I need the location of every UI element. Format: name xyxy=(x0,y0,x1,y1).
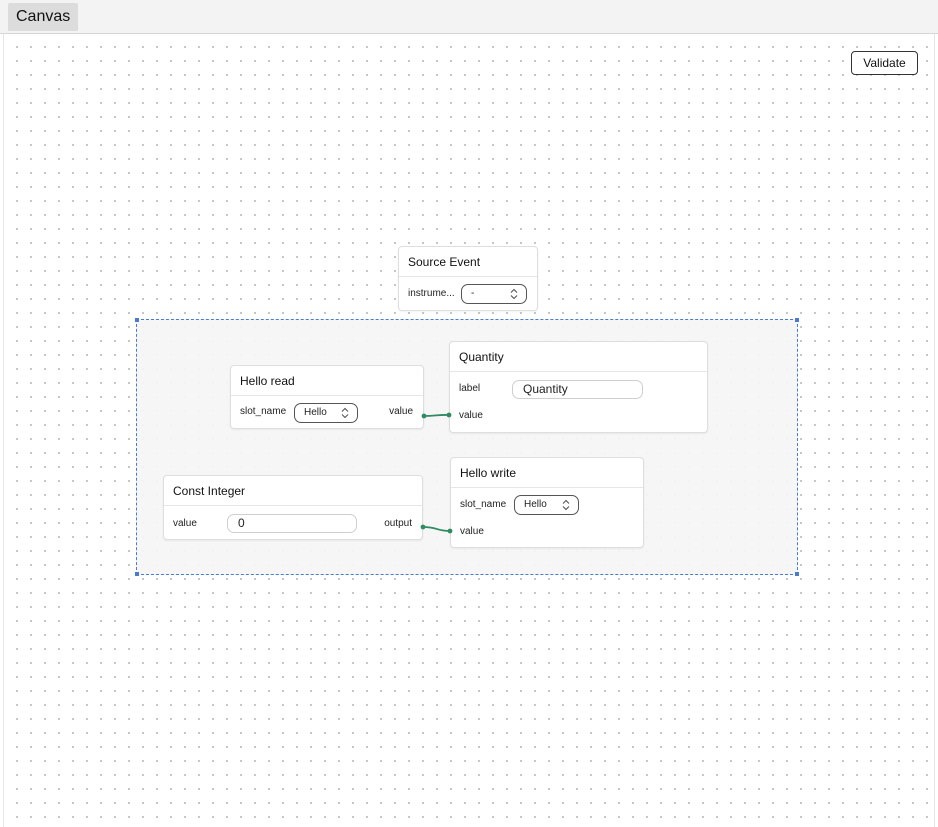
slot-name-select[interactable]: Hello xyxy=(294,403,358,423)
tab-bar: Canvas xyxy=(0,0,938,34)
tab-canvas[interactable]: Canvas xyxy=(8,3,79,31)
slot-name-select[interactable]: Hello xyxy=(514,495,579,515)
chevron-up-down-icon xyxy=(562,499,570,511)
field-label-slot-name: slot_name xyxy=(460,499,507,510)
resize-handle-bottom-right[interactable] xyxy=(795,572,799,576)
node-title: Source Event xyxy=(399,247,537,277)
value-input[interactable]: 0 xyxy=(227,514,357,533)
chevron-up-down-icon xyxy=(341,407,349,419)
chevron-up-down-icon xyxy=(510,288,518,300)
field-label-slot-name: slot_name xyxy=(240,406,287,417)
resize-handle-top-left[interactable] xyxy=(135,318,139,322)
node-quantity[interactable]: Quantity label Quantity value xyxy=(449,341,708,433)
field-label-value: value xyxy=(173,518,197,529)
node-source-event[interactable]: Source Event instrume... - xyxy=(398,246,538,311)
output-port-label-value: value xyxy=(389,406,413,417)
node-const-integer[interactable]: Const Integer value 0 output xyxy=(163,475,423,540)
app: Canvas Validate Source Event instrume...… xyxy=(0,0,938,827)
node-title: Const Integer xyxy=(164,476,422,506)
node-title: Hello read xyxy=(231,366,423,396)
field-label-label: label xyxy=(459,383,481,394)
node-hello-read[interactable]: Hello read slot_name Hello value xyxy=(230,365,424,429)
field-label-instrument: instrume... xyxy=(408,288,455,299)
resize-handle-top-right[interactable] xyxy=(795,318,799,322)
instrument-select[interactable]: - xyxy=(461,284,527,304)
label-input[interactable]: Quantity xyxy=(512,380,643,399)
node-title: Quantity xyxy=(450,342,707,372)
slot-name-select-value: Hello xyxy=(524,499,547,510)
node-hello-write[interactable]: Hello write slot_name Hello value xyxy=(450,457,644,548)
slot-name-select-value: Hello xyxy=(304,407,327,418)
output-port-label-output: output xyxy=(384,518,412,529)
instrument-select-value: - xyxy=(471,288,475,299)
input-port-label-value: value xyxy=(459,410,483,421)
validate-button[interactable]: Validate xyxy=(851,51,918,75)
input-port-label-value: value xyxy=(460,526,484,537)
resize-handle-bottom-left[interactable] xyxy=(135,572,139,576)
node-title: Hello write xyxy=(451,458,643,488)
